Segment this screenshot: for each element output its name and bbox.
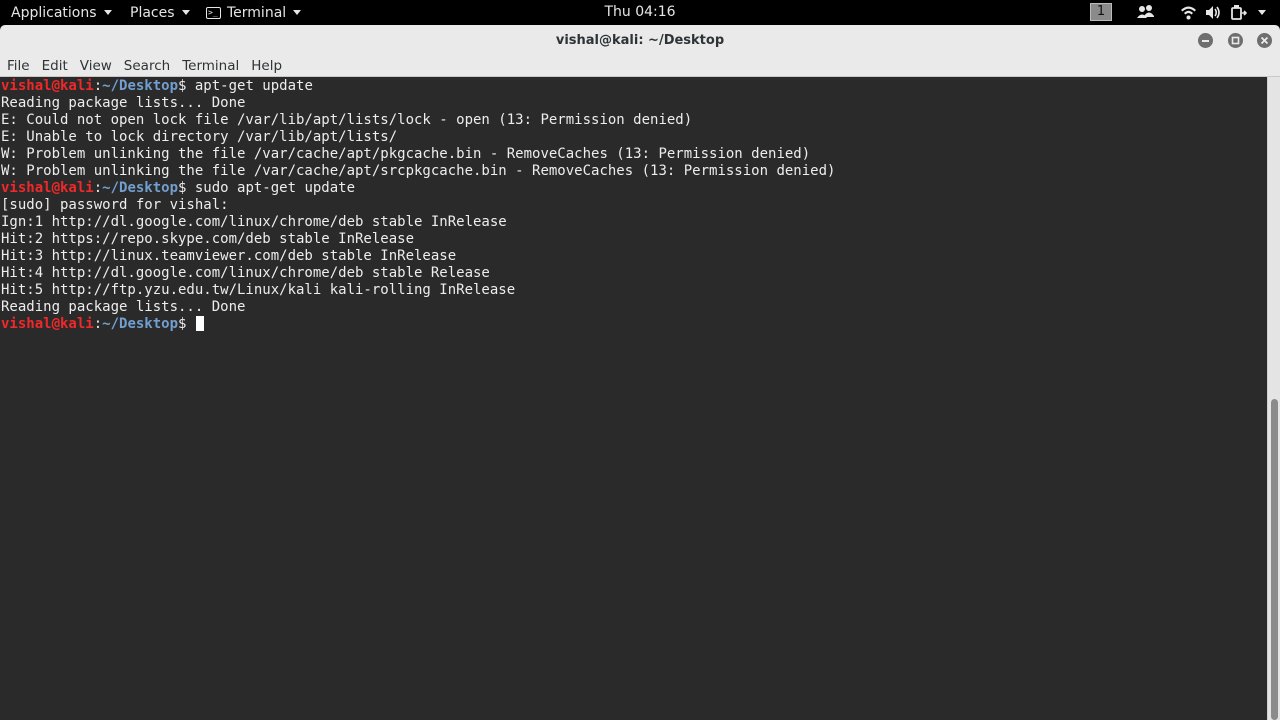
- output-line: W: Problem unlinking the file /var/cache…: [1, 146, 835, 163]
- chevron-down-icon: [181, 10, 190, 15]
- terminal-icon: >_: [206, 6, 221, 19]
- output-line: W: Problem unlinking the file /var/cache…: [1, 163, 835, 180]
- prompt-line: vishal@kali:~/Desktop$ apt-get update: [1, 78, 835, 95]
- terminal-app-label: Terminal: [227, 4, 287, 21]
- prompt-path: ~/Desktop: [102, 78, 179, 94]
- output-line: [sudo] password for vishal:: [1, 197, 835, 214]
- prompt-user: vishal@kali: [1, 180, 94, 196]
- menu-edit[interactable]: Edit: [36, 57, 74, 76]
- menu-view[interactable]: View: [74, 57, 118, 76]
- prompt-user: vishal@kali: [1, 78, 94, 94]
- people-icon[interactable]: [1137, 4, 1155, 21]
- prompt-line: vishal@kali:~/Desktop$ sudo apt-get upda…: [1, 180, 835, 197]
- prompt-symbol: $: [178, 78, 195, 94]
- prompt-separator: :: [93, 316, 103, 332]
- prompt-symbol: $: [178, 316, 195, 332]
- output-text: Hit:4 http://dl.google.com/linux/chrome/…: [1, 265, 490, 281]
- output-text: Hit:5 http://ftp.yzu.edu.tw/Linux/kali k…: [1, 282, 516, 298]
- terminal-lines: vishal@kali:~/Desktop$ apt-get update Rea…: [1, 78, 835, 333]
- applications-label: Applications: [11, 4, 97, 21]
- output-line: Reading package lists... Done: [1, 299, 835, 316]
- chevron-down-icon: [103, 10, 112, 15]
- output-text: Reading package lists... Done: [1, 95, 246, 111]
- close-icon: [1260, 36, 1269, 45]
- output-line: Hit:4 http://dl.google.com/linux/chrome/…: [1, 265, 835, 282]
- command-text: sudo apt-get update: [194, 180, 356, 196]
- terminal-app-menu[interactable]: >_ Terminal: [206, 0, 302, 25]
- prompt-symbol: $: [178, 180, 195, 196]
- output-text: Reading package lists... Done: [1, 299, 246, 315]
- terminal-output[interactable]: vishal@kali:~/Desktop$ apt-get update Rea…: [0, 77, 1267, 720]
- menu-terminal[interactable]: Terminal: [176, 57, 245, 76]
- window-title: vishal@kali: ~/Desktop: [555, 33, 725, 48]
- minimize-icon: [1202, 40, 1209, 42]
- prompt-path: ~/Desktop: [102, 180, 179, 196]
- text-cursor: [195, 316, 204, 331]
- output-line: Hit:5 http://ftp.yzu.edu.tw/Linux/kali k…: [1, 282, 835, 299]
- output-text: E: Could not open lock file /var/lib/apt…: [1, 112, 693, 128]
- clock-container: Thu 04:16: [0, 0, 1280, 25]
- terminal-menubar: File Edit View Search Terminal Help: [0, 56, 1280, 77]
- menu-file[interactable]: File: [1, 57, 36, 76]
- chevron-down-icon: [293, 10, 302, 15]
- prompt-separator: :: [93, 78, 103, 94]
- volume-icon[interactable]: [1205, 4, 1222, 21]
- output-line: Reading package lists... Done: [1, 95, 835, 112]
- menu-search[interactable]: Search: [118, 57, 176, 76]
- output-text: E: Unable to lock directory /var/lib/apt…: [1, 129, 398, 145]
- command-text: apt-get update: [194, 78, 313, 94]
- output-text: [sudo] password for vishal:: [1, 197, 229, 213]
- menu-help[interactable]: Help: [245, 57, 288, 76]
- maximize-button[interactable]: [1228, 33, 1243, 48]
- workspace-indicator[interactable]: 1: [1090, 3, 1112, 21]
- output-text: Hit:2 https://repo.skype.com/deb stable …: [1, 231, 415, 247]
- prompt-user: vishal@kali: [1, 316, 94, 332]
- places-menu[interactable]: Places: [130, 0, 190, 25]
- top-panel: Applications Places >_ Terminal Thu 04:1…: [0, 0, 1280, 25]
- output-text: Ign:1 http://dl.google.com/linux/chrome/…: [1, 214, 507, 230]
- clock[interactable]: Thu 04:16: [604, 4, 675, 20]
- output-line: E: Could not open lock file /var/lib/apt…: [1, 112, 835, 129]
- terminal-scrollbar[interactable]: [1267, 77, 1280, 720]
- output-line: Hit:2 https://repo.skype.com/deb stable …: [1, 231, 835, 248]
- places-label: Places: [130, 4, 175, 21]
- minimize-button[interactable]: [1198, 33, 1213, 48]
- chevron-down-icon[interactable]: [1258, 10, 1266, 15]
- prompt-line: vishal@kali:~/Desktop$: [1, 316, 835, 333]
- output-text: W: Problem unlinking the file /var/cache…: [1, 146, 811, 162]
- output-line: E: Unable to lock directory /var/lib/apt…: [1, 129, 835, 146]
- prompt-path: ~/Desktop: [102, 316, 179, 332]
- maximize-icon: [1231, 36, 1240, 45]
- scrollbar-thumb[interactable]: [1271, 399, 1278, 720]
- applications-menu[interactable]: Applications: [11, 0, 112, 25]
- wifi-icon[interactable]: [1180, 4, 1197, 21]
- output-line: Ign:1 http://dl.google.com/linux/chrome/…: [1, 214, 835, 231]
- output-text: Hit:3 http://linux.teamviewer.com/deb st…: [1, 248, 457, 264]
- power-icon[interactable]: [1230, 4, 1247, 21]
- prompt-separator: :: [93, 180, 103, 196]
- output-text: W: Problem unlinking the file /var/cache…: [1, 163, 836, 179]
- close-button[interactable]: [1257, 33, 1272, 48]
- output-line: Hit:3 http://linux.teamviewer.com/deb st…: [1, 248, 835, 265]
- window-titlebar[interactable]: vishal@kali: ~/Desktop: [0, 25, 1280, 56]
